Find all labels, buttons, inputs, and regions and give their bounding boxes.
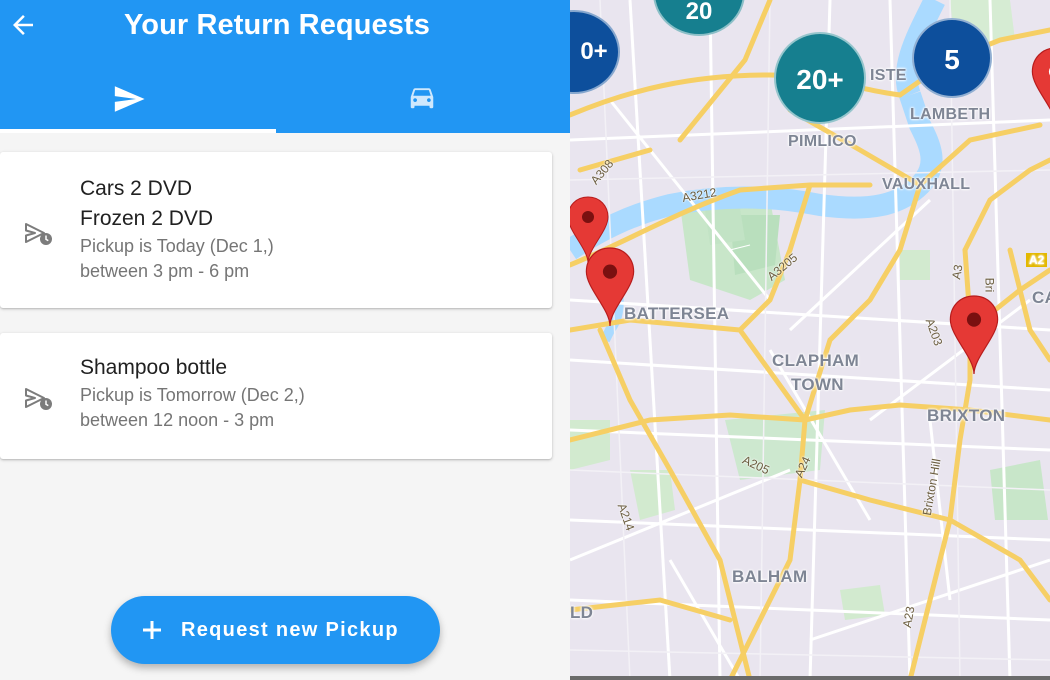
map-bottom-edge: [570, 676, 1050, 680]
request-item: Frozen 2 DVD: [80, 207, 214, 230]
map-pin[interactable]: [584, 245, 636, 329]
request-item: Shampoo bottle: [80, 356, 228, 379]
request-details: Shampoo bottle Pickup is Tomorrow (Dec 2…: [80, 353, 305, 433]
road-label: A2: [1026, 253, 1048, 267]
scheduled-send-icon: [25, 388, 52, 410]
tab-indicator: [0, 129, 276, 133]
area-label: CA: [1032, 288, 1050, 307]
car-icon: [410, 88, 434, 109]
fab-label: Request new Pickup: [181, 619, 399, 641]
area-label: VAUXHALL: [882, 176, 971, 193]
map-cluster[interactable]: 20+: [774, 32, 866, 124]
area-label: LD: [570, 603, 594, 622]
tab-send[interactable]: [0, 62, 285, 133]
request-details: Cars 2 DVD Frozen 2 DVD Pickup is Today …: [80, 174, 274, 284]
scheduled-send-icon: [25, 223, 52, 245]
area-label: PIMLICO: [788, 133, 857, 150]
arrow-back-icon: [13, 15, 33, 35]
map-view[interactable]: A308 A3212 A3205 A3 A203 Brixton Hill A2…: [570, 0, 1050, 680]
return-request-card[interactable]: Cars 2 DVD Frozen 2 DVD Pickup is Today …: [0, 152, 552, 308]
map-cluster[interactable]: 5: [912, 18, 992, 98]
road-label: Bri: [982, 277, 997, 293]
pickup-date: Pickup is Tomorrow (Dec 2,): [80, 385, 305, 405]
request-new-pickup-button[interactable]: Request new Pickup: [111, 596, 440, 664]
return-requests-screen: Your Return Requests Cars 2 DVD Frozen 2…: [0, 0, 570, 680]
back-button[interactable]: [8, 10, 38, 40]
map-pin[interactable]: [1030, 45, 1050, 129]
area-label: BRIXTON: [927, 406, 1006, 425]
area-label: TOWN: [791, 375, 844, 394]
return-request-card[interactable]: Shampoo bottle Pickup is Tomorrow (Dec 2…: [0, 333, 552, 459]
request-item: Cars 2 DVD: [80, 177, 193, 200]
pickup-date: Pickup is Today (Dec 1,): [80, 236, 274, 256]
area-label: LAMBETH: [910, 106, 991, 123]
pickup-window: between 3 pm - 6 pm: [80, 261, 250, 281]
page-title: Your Return Requests: [124, 9, 431, 41]
send-icon: [114, 86, 145, 112]
road-label: A3: [949, 263, 966, 281]
map-pin[interactable]: [948, 293, 1000, 377]
tab-vehicle[interactable]: [285, 62, 570, 133]
area-label: BALHAM: [732, 567, 808, 586]
area-label: ISTE: [870, 67, 907, 84]
app-bar: Your Return Requests: [0, 0, 570, 133]
plus-icon: [143, 621, 161, 639]
area-label: CLAPHAM: [772, 351, 860, 370]
pickup-window: between 12 noon - 3 pm: [80, 410, 275, 430]
area-label: BATTERSEA: [624, 304, 730, 323]
